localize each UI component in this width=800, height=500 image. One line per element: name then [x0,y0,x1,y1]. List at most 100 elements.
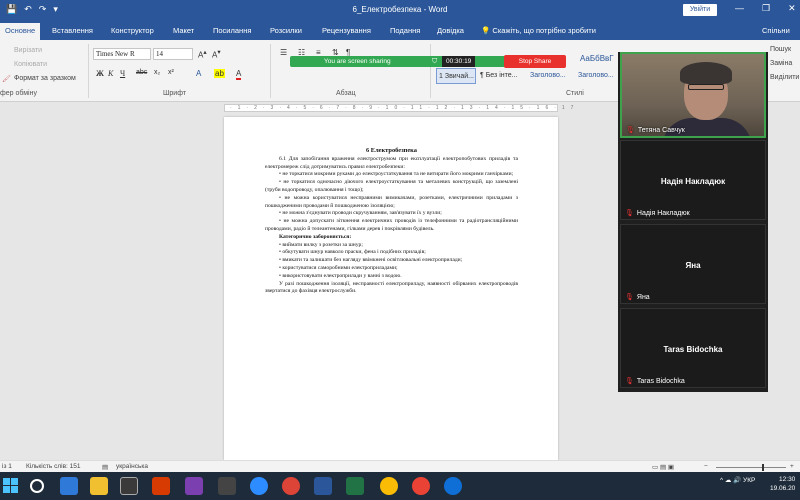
shrink-font-icon[interactable]: A▾ [212,48,221,60]
paragraph: У разі пошкодження ізоляції, несправност… [265,280,518,295]
word-icon[interactable] [314,477,332,495]
tab-insert[interactable]: Вставлення [52,26,93,35]
office-icon[interactable] [152,477,170,495]
superscript-button[interactable]: x² [168,69,174,76]
group-separator [88,44,89,98]
chrome-icon[interactable] [412,477,430,495]
format-painter-button[interactable]: Формат за зразком [14,75,76,82]
copy-button[interactable]: Копіювати [14,61,47,68]
group-separator [430,44,431,98]
word-count[interactable]: Кількість слів: 151 [26,463,81,470]
tab-review[interactable]: Рецензування [322,26,371,35]
file-explorer-icon[interactable] [90,477,108,495]
stop-share-button[interactable]: Stop Share [504,55,566,68]
screen-share-bar: You are screen sharing ⛉ 00:30:19 Stop S… [290,55,566,68]
title-bar: 💾 ↶ ↷ ▾ 6_Електробезпека - Word Увійти —… [0,0,800,20]
share-button[interactable]: Спільни [762,26,790,35]
edge-icon[interactable] [60,477,78,495]
search-icon[interactable] [30,479,44,493]
text-effects-icon[interactable]: A [196,69,201,78]
document-heading: 6 Електробезпека [366,147,417,154]
zoom-slider[interactable] [716,467,786,468]
app-icon[interactable] [218,477,236,495]
style-no-spacing[interactable]: ¶ Без інте... [480,68,524,84]
tab-mailings[interactable]: Розсилки [270,26,302,35]
underline-button[interactable]: Ч [120,69,125,78]
participant-tile[interactable]: Надія Накладюк 🎙 Надія Накладюк [620,140,766,220]
participant-name: Яна [685,261,701,270]
paragraph-group-label: Абзац [336,90,356,97]
system-tray[interactable]: ^ ☁ 🔊 УКР [720,476,755,484]
participant-name: Надія Накладюк [660,177,726,186]
replace-button[interactable]: Заміна [770,60,792,67]
tab-view[interactable]: Подання [390,26,420,35]
styles-group-label: Стилі [566,90,584,97]
video-panel: 🎙 Тетяна Савчук Надія Накладюк 🎙 Надія Нак… [618,52,768,392]
participant-label: Тетяна Савчук [637,127,685,134]
clock[interactable]: 12:30 19.06.20 [770,475,795,493]
zoom-out-icon[interactable]: − [704,463,708,470]
italic-button[interactable]: К [108,69,113,78]
font-size-select[interactable]: 14 [153,48,193,60]
cut-button[interactable]: Вирізати [14,47,42,54]
tell-me-search[interactable]: 💡 Скажіть, що потрібно зробити [481,26,596,35]
shield-icon: ⛉ [432,58,438,65]
store-icon[interactable] [120,477,138,495]
zoom-slider-thumb[interactable] [762,464,764,471]
close-button[interactable]: ✕ [788,3,796,14]
zoom-meeting-icon[interactable] [444,477,462,495]
font-group-label: Шрифт [163,90,187,97]
participant-tile[interactable]: Taras Bidochka 🎙 Taras Bidochka [620,308,766,388]
find-button[interactable]: Пошук [770,46,791,53]
proofing-icon[interactable]: ▤ [102,463,108,471]
tab-design[interactable]: Конструктор [111,26,154,35]
language-indicator[interactable]: українська [116,463,148,470]
window-controls: — ❐ ✕ [735,3,796,14]
windows-start-icon[interactable] [3,478,18,493]
tab-help[interactable]: Довідка [437,26,464,35]
page-count[interactable]: із 1 [2,463,12,470]
tab-home[interactable]: Основне [0,23,41,40]
sign-in-button[interactable]: Увійти [683,4,717,16]
minimize-button[interactable]: — [735,3,744,14]
highlight-icon[interactable]: ab [214,69,225,78]
chrome-icon[interactable] [380,477,398,495]
paragraph: • не торкатися одночасно діючого електро… [265,179,518,193]
paragraph: • не можна користуватися несправними вим… [265,194,518,209]
bold-button[interactable]: Ж [96,69,104,78]
font-color-icon[interactable]: A [236,69,242,80]
style-heading-1[interactable]: Заголово... [530,68,574,84]
viber-icon[interactable] [185,477,203,495]
document-body[interactable]: 6 Електробезпека 6.1 Для запобігання вра… [265,147,518,296]
subscript-button[interactable]: x₂ [154,69,160,76]
style-normal[interactable]: 1 Звичай... [436,68,476,84]
mic-muted-icon: 🎙 [625,378,634,385]
participant-name: Taras Bidochka [663,345,723,354]
excel-icon[interactable] [346,477,364,495]
participant-tile[interactable]: Яна 🎙 Яна [620,224,766,304]
tab-layout[interactable]: Макет [173,26,194,35]
screen-share-message: You are screen sharing [324,58,391,65]
tab-references[interactable]: Посилання [213,26,251,35]
status-bar: із 1 Кількість слів: 151 ▤ українська ▭ … [0,460,800,472]
strikethrough-button[interactable]: abc [136,69,147,76]
paragraph: • використовувати електроприлади у ванні… [279,272,402,279]
paragraph: • не можна допускати зіткнення електричн… [265,218,518,232]
paragraph: • користуватися саморобними електроприла… [279,264,398,271]
select-button[interactable]: Виділити [770,74,799,81]
maximize-button[interactable]: ❐ [762,3,770,14]
bullets-icon[interactable]: ☰ [280,48,287,57]
camera-feed[interactable]: 🎙 Тетяна Савчук [620,52,766,138]
document-page[interactable]: 6 Електробезпека 6.1 Для запобігання вра… [224,117,558,460]
grow-font-icon[interactable]: A▴ [198,48,207,60]
view-mode-icons[interactable]: ▭ ▤ ▣ [652,463,674,471]
chrome-icon[interactable] [282,477,300,495]
paragraph: • вмикати та залишати без нагляду ввімкн… [279,257,463,264]
zoom-app-icon[interactable] [250,477,268,495]
font-name-select[interactable]: Times New R [93,48,151,60]
style-heading-2[interactable]: Заголово... [578,68,618,84]
zoom-in-icon[interactable]: + [790,463,794,470]
mic-muted-icon: 🎙 [626,127,635,134]
participant-label: Надія Накладюк [636,210,690,217]
format-painter-icon: 🖌 [2,76,11,83]
